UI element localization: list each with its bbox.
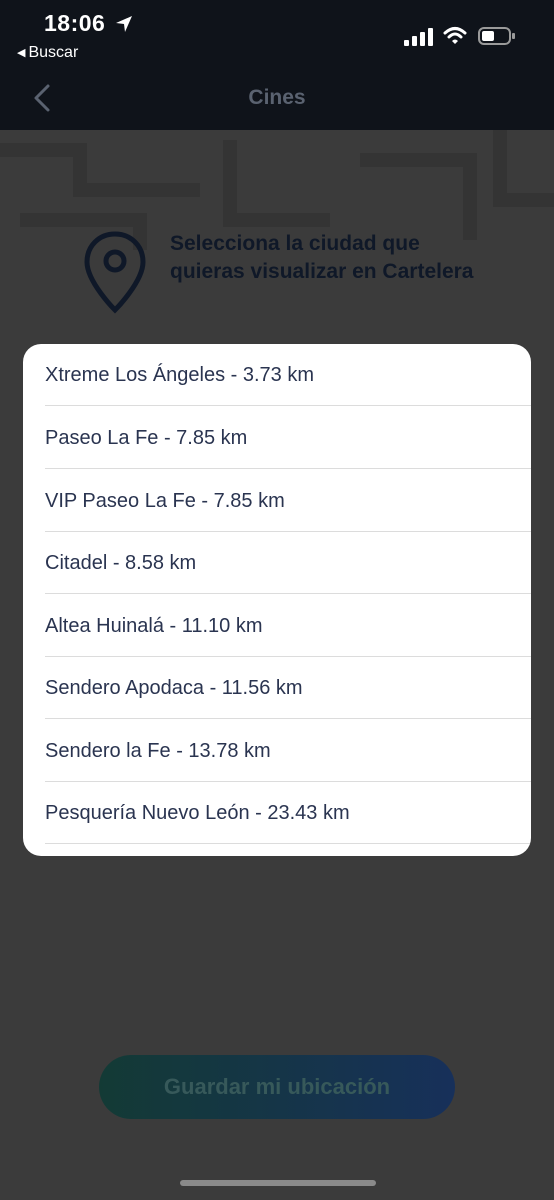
cinema-option[interactable]: Altea Huinalá - 11.10 km <box>45 595 531 657</box>
back-triangle-icon: ◀ <box>17 47 26 59</box>
map-pin-icon <box>84 231 146 314</box>
cinema-option[interactable]: Sendero Apodaca - 11.56 km <box>45 657 531 719</box>
location-arrow-icon <box>116 16 132 32</box>
wifi-icon <box>443 27 467 44</box>
back-to-app-button[interactable]: ◀ Buscar <box>17 44 78 62</box>
cinema-option[interactable]: Sendero la Fe - 13.78 km <box>45 720 531 782</box>
cinema-option[interactable]: Pesquería Nuevo León - 23.43 km <box>45 782 531 844</box>
cinema-option[interactable]: Citadel - 8.58 km <box>45 532 531 594</box>
save-location-button[interactable]: Guardar mi ubicación <box>99 1055 455 1119</box>
battery-icon <box>478 27 515 45</box>
page-title: Cines <box>248 86 306 109</box>
top-bar: 18:06 ◀ Buscar Cines <box>0 0 554 130</box>
home-indicator[interactable] <box>180 1180 376 1186</box>
back-app-label: Buscar <box>28 44 79 61</box>
location-prompt: Selecciona la ciudad que quieras visuali… <box>170 232 474 283</box>
cinema-option[interactable]: VIP Paseo La Fe - 7.85 km <box>45 470 531 532</box>
signal-icon <box>404 28 433 46</box>
cinema-option[interactable]: Xtreme Los Ángeles - 3.73 km <box>45 344 531 406</box>
status-time: 18:06 <box>44 10 106 36</box>
cinema-option[interactable]: Paseo La Fe - 7.85 km <box>45 407 531 469</box>
cinema-picker-modal: Xtreme Los Ángeles - 3.73 km Paseo La Fe… <box>23 344 531 856</box>
